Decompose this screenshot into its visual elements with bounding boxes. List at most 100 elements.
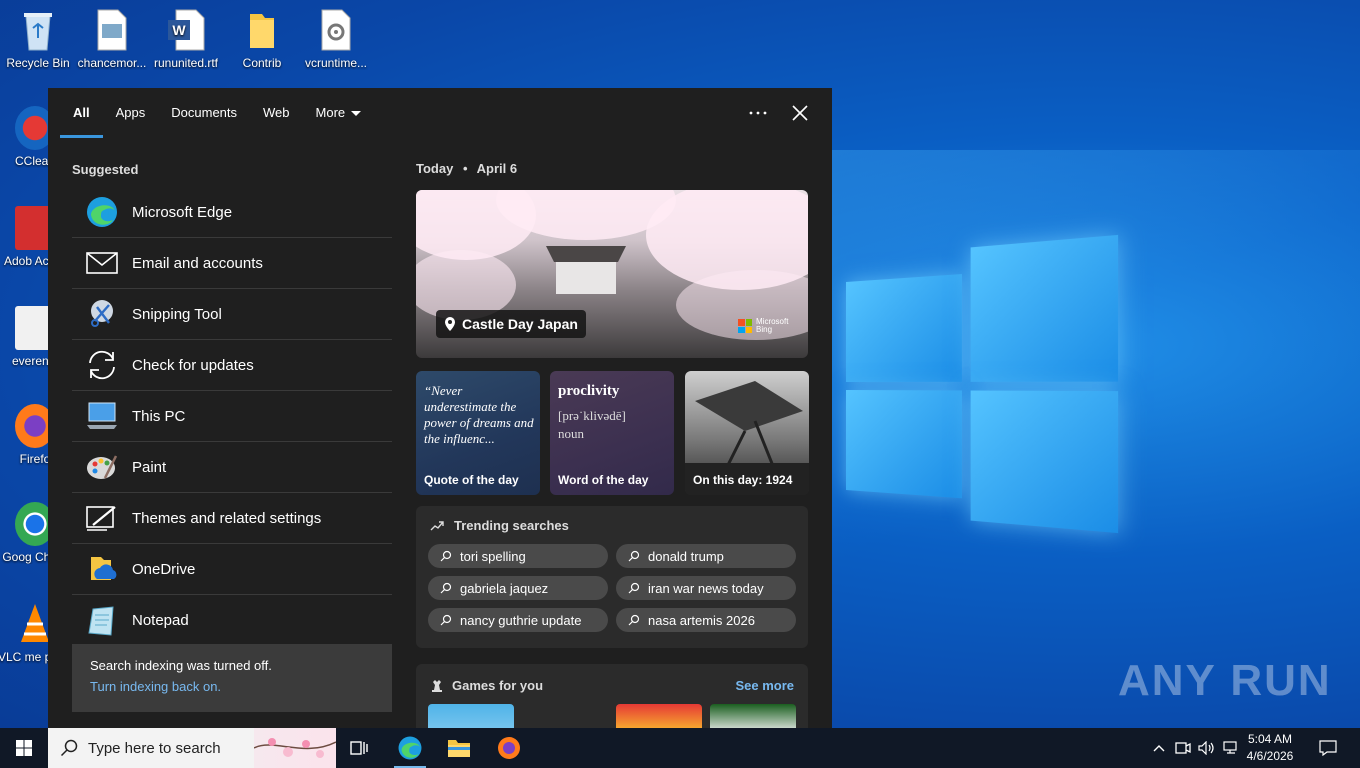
onedrive-icon [72,544,132,595]
tab-label: All [73,105,90,120]
suggested-item-notepad[interactable]: Notepad [72,595,392,646]
clock-date: 4/6/2026 [1242,748,1298,765]
folder-icon [242,8,282,52]
chess-piece-icon [430,679,444,693]
tab-all[interactable]: All [60,88,103,138]
suggested-item-email-accounts[interactable]: Email and accounts [72,238,392,289]
windows-wallpaper-logo [846,235,1118,533]
settings-file-icon [316,8,356,52]
suggested-item-label: OneDrive [132,561,195,578]
tab-apps[interactable]: Apps [103,88,159,138]
trending-chip[interactable]: iran war news today [616,576,796,600]
tab-label: Web [263,105,290,120]
chevron-up-icon [1153,744,1165,752]
card-caption: Word of the day [558,473,648,487]
refresh-icon [72,340,132,391]
trending-chip[interactable]: gabriela jaquez [428,576,608,600]
trending-chip[interactable]: donald trump [616,544,796,568]
hero-image-card[interactable]: Castle Day Japan Microsoft Bing [416,190,808,358]
suggested-item-this-pc[interactable]: This PC [72,391,392,442]
desktop-icon-contrib[interactable]: Contrib [225,8,299,70]
taskbar-firefox[interactable] [485,728,533,768]
trending-chip-label: nancy guthrie update [460,613,581,628]
today-separator: • [463,161,468,176]
desktop-icon-chancemor[interactable]: chancemor... [75,8,149,70]
computer-icon [72,391,132,442]
desktop-icon-label: Recycle Bin [1,56,75,70]
show-hidden-icons-button[interactable] [1148,728,1170,768]
games-section: Games for you See more [416,664,808,734]
tab-label: Documents [171,105,237,120]
desktop-icon-vcruntime[interactable]: vcruntime... [299,8,373,70]
taskbar-file-explorer[interactable] [435,728,483,768]
microsoft-logo-icon [738,319,752,333]
snipping-tool-icon [72,289,132,340]
trending-chip-label: gabriela jaquez [460,581,548,596]
suggested-item-label: Notepad [132,612,189,629]
trending-chip-label: nasa artemis 2026 [648,613,755,628]
desktop-icon-recycle-bin[interactable]: Recycle Bin [1,8,75,70]
card-caption: On this day: 1924 [693,473,792,487]
hero-caption[interactable]: Castle Day Japan [436,310,586,338]
start-button[interactable] [0,728,48,768]
word-document-icon: W [166,8,206,52]
card-caption: Quote of the day [424,473,519,487]
desktop-icon-rununited[interactable]: W rununited.rtf [149,8,223,70]
word-of-the-day-card[interactable]: proclivity [prə˙klivədē] noun Word of th… [550,371,674,495]
suggested-item-paint[interactable]: Paint [72,442,392,493]
tab-web[interactable]: Web [250,88,303,138]
microsoft-bing-logo: Microsoft Bing [738,318,788,334]
task-view-button[interactable] [336,728,384,768]
taskbar-search-box[interactable]: Type here to search [48,728,336,768]
trending-heading: Trending searches [430,518,569,533]
suggested-item-snipping-tool[interactable]: Snipping Tool [72,289,392,340]
search-icon [440,614,452,626]
on-this-day-card[interactable]: On this day: 1924 [685,371,809,495]
watermark-text: ANY RUN [1118,656,1332,706]
quote-of-the-day-card[interactable]: “Never underestimate the power of dreams… [416,371,540,495]
trending-chip[interactable]: nasa artemis 2026 [616,608,796,632]
taskbar-clock[interactable]: 5:04 AM 4/6/2026 [1242,731,1298,765]
suggested-item-onedrive[interactable]: OneDrive [72,544,392,595]
see-more-link[interactable]: See more [735,678,794,693]
desktop-icon-label: rununited.rtf [149,56,223,70]
word-type-text: noun [558,425,626,443]
desktop-icon-label: Contrib [225,56,299,70]
webcam-icon [1175,741,1191,755]
trending-chip-label: donald trump [648,549,724,564]
tab-label: More [316,105,346,120]
windows-logo-icon [16,740,32,756]
suggested-item-label: Snipping Tool [132,306,222,323]
taskbar-edge[interactable] [386,728,434,768]
meet-now-button[interactable] [1172,728,1194,768]
network-button[interactable] [1220,728,1242,768]
clock-time: 5:04 AM [1242,731,1298,748]
suggested-item-themes[interactable]: Themes and related settings [72,493,392,544]
trending-chip[interactable]: tori spelling [428,544,608,568]
tab-more[interactable]: More [303,88,375,138]
paint-palette-icon [72,442,132,493]
notepad-icon [72,595,132,646]
castle-illustration [556,260,616,294]
today-label: Today [416,161,453,176]
notifications-button[interactable] [1314,728,1342,768]
indexing-notice: Search indexing was turned off. Turn ind… [72,644,392,712]
volume-button[interactable] [1196,728,1218,768]
tab-label: Apps [116,105,146,120]
suggested-item-label: Paint [132,459,166,476]
trending-heading-text: Trending searches [454,518,569,533]
search-placeholder: Type here to search [88,740,221,757]
search-icon [628,550,640,562]
turn-indexing-on-link[interactable]: Turn indexing back on. [90,679,374,694]
search-icon [60,739,78,757]
tab-documents[interactable]: Documents [158,88,250,138]
suggested-item-label: Check for updates [132,357,254,374]
suggested-item-label: Microsoft Edge [132,204,232,221]
trending-chip[interactable]: nancy guthrie update [428,608,608,632]
suggested-item-microsoft-edge[interactable]: Microsoft Edge [72,187,392,238]
suggested-item-label: Email and accounts [132,255,263,272]
search-highlight-art [254,728,336,768]
word-pronunciation: [prə˙klivədē] noun [558,407,626,443]
suggested-item-check-updates[interactable]: Check for updates [72,340,392,391]
speaker-icon [1198,741,1216,755]
